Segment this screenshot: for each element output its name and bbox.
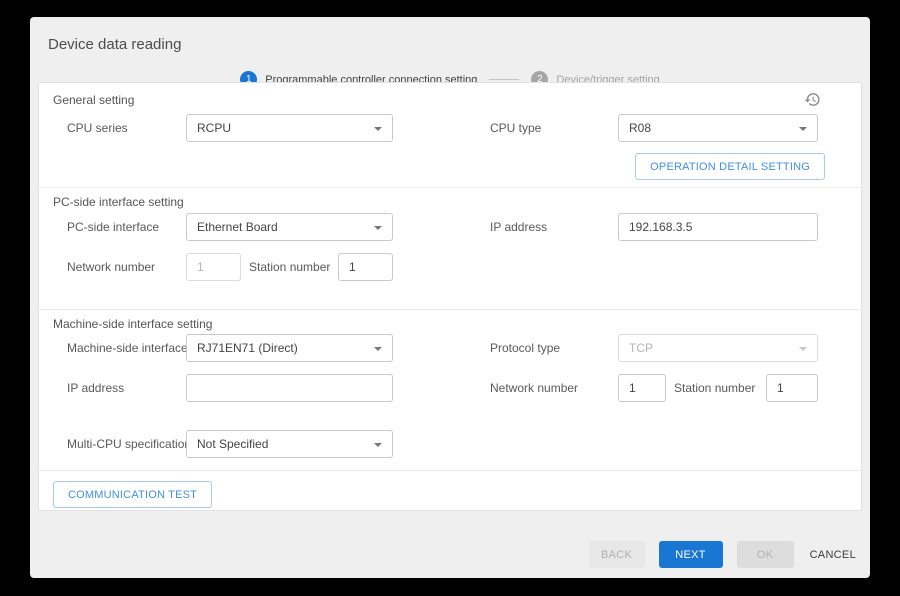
cpu-series-select[interactable]: RCPU (186, 114, 393, 142)
connection-settings-panel: General setting CPU series RCPU CPU type… (38, 82, 862, 511)
pc-side-setting-header: PC-side interface setting (53, 195, 184, 209)
chevron-down-icon (799, 127, 807, 131)
cpu-type-value: R08 (629, 121, 652, 135)
protocol-type-select: TCP (618, 334, 818, 362)
communication-test-button[interactable]: COMMUNICATION TEST (53, 481, 213, 508)
machine-network-number-label: Network number (490, 381, 579, 395)
pc-station-number-input[interactable] (338, 253, 393, 281)
cpu-type-select[interactable]: R08 (618, 114, 818, 142)
next-button[interactable]: NEXT (658, 541, 723, 568)
protocol-type-label: Protocol type (490, 341, 561, 355)
ok-button: OK (736, 541, 794, 568)
device-data-reading-dialog: Device data reading 1 Programmable contr… (30, 17, 870, 578)
dialog-title: Device data reading (48, 36, 182, 53)
machine-ip-address-input[interactable] (186, 374, 393, 402)
section-divider (39, 187, 861, 188)
pc-network-number-input (186, 253, 241, 281)
machine-ip-address-label: IP address (67, 381, 125, 395)
multi-cpu-specification-value: Not Specified (197, 437, 269, 451)
cancel-button[interactable]: CANCEL (808, 541, 858, 568)
machine-side-interface-value: RJ71EN71 (Direct) (197, 341, 298, 355)
chevron-down-icon (799, 347, 807, 351)
back-button: BACK (588, 541, 645, 568)
cpu-series-value: RCPU (197, 121, 232, 135)
machine-side-interface-label: Machine-side interface (67, 341, 188, 355)
pc-station-number-label: Station number (249, 260, 331, 274)
section-divider (39, 309, 861, 310)
pc-side-interface-label: PC-side interface (67, 220, 160, 234)
multi-cpu-specification-label: Multi-CPU specification (67, 437, 192, 451)
cpu-series-label: CPU series (67, 121, 128, 135)
machine-station-number-label: Station number (674, 381, 756, 395)
history-icon[interactable] (804, 91, 821, 108)
operation-detail-setting-button[interactable]: OPERATION DETAIL SETTING (635, 153, 825, 180)
dialog-footer: BACK NEXT OK CANCEL (588, 541, 858, 568)
pc-ip-address-label: IP address (490, 220, 548, 234)
chevron-down-icon (374, 443, 382, 447)
general-setting-header: General setting (53, 93, 135, 107)
protocol-type-value: TCP (629, 341, 653, 355)
machine-side-setting-header: Machine-side interface setting (53, 317, 213, 331)
chevron-down-icon (374, 347, 382, 351)
pc-side-interface-value: Ethernet Board (197, 220, 278, 234)
machine-station-number-input[interactable] (766, 374, 818, 402)
cpu-type-label: CPU type (490, 121, 542, 135)
machine-network-number-input[interactable] (618, 374, 666, 402)
machine-side-interface-select[interactable]: RJ71EN71 (Direct) (186, 334, 393, 362)
section-divider (39, 470, 861, 471)
stepper-connector (489, 79, 520, 80)
multi-cpu-specification-select[interactable]: Not Specified (186, 430, 393, 458)
pc-network-number-label: Network number (67, 260, 156, 274)
pc-side-interface-select[interactable]: Ethernet Board (186, 213, 393, 241)
pc-ip-address-input[interactable] (618, 213, 818, 241)
chevron-down-icon (374, 226, 382, 230)
chevron-down-icon (374, 127, 382, 131)
